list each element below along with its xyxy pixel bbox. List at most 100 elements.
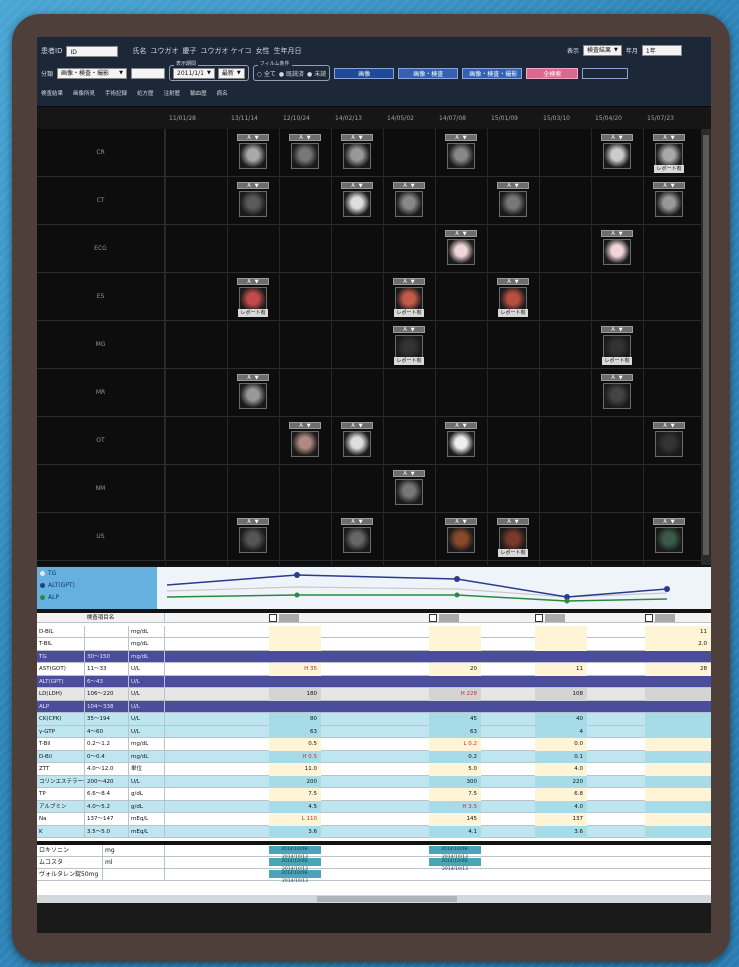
lab-row[interactable]: ALT(GPT) 6〜43 U/L — [37, 675, 711, 688]
scrollbar-thumb[interactable] — [317, 896, 457, 902]
image-thumbnail[interactable]: A ▼ — [289, 134, 321, 174]
column-tab[interactable] — [545, 614, 565, 622]
lab-row[interactable]: K 3.5〜5.0 mEq/L 3.6 4.1 3.6 — [37, 825, 711, 838]
lab-row[interactable]: AST(GOT) 11〜33 U/L H 35 20 11 28 — [37, 663, 711, 676]
lab-row[interactable]: Na 137〜147 mEq/L L 110 145 137 — [37, 813, 711, 826]
lab-row[interactable]: アルブミン 4.0〜5.2 g/dL 4.5 H 3.5 4.0 — [37, 800, 711, 813]
legend-item-tg[interactable]: TG — [40, 570, 56, 577]
lab-row[interactable]: T-BIL mg/dL 2.0 — [37, 638, 711, 651]
lab-row[interactable]: ZTT 4.0〜12.0 単位 11.0 5.0 4.0 — [37, 763, 711, 776]
patient-id-input[interactable]: ID — [66, 45, 119, 57]
lab-row[interactable]: γ-GTP 4〜60 U/L 63 63 4 — [37, 725, 711, 738]
thumbnail-header: A ▼ — [653, 422, 685, 429]
image-thumbnail[interactable]: A ▼ — [601, 230, 633, 270]
date-label: 11/01/28 — [169, 115, 196, 122]
date-label: 12/10/24 — [283, 115, 310, 122]
image-thumbnail[interactable]: A ▼ — [601, 374, 633, 414]
tab-diagnoses[interactable]: 病名 — [217, 89, 228, 99]
medication-period[interactable]: 2014/10/08-2014/10/13 — [429, 846, 481, 860]
medication-row[interactable]: ムコスタml 2014/10/08-2014/10/13 2014/10/08-20… — [37, 857, 711, 872]
medication-period[interactable]: 2014/10/08-2014/10/13 — [429, 858, 481, 872]
vertical-scrollbar[interactable] — [701, 129, 711, 565]
image-thumbnail[interactable]: A ▼ — [341, 134, 373, 174]
column-tab[interactable] — [279, 614, 299, 622]
lab-row[interactable]: コリンエステラーゼ 200〜420 U/L 200 300 220 — [37, 775, 711, 789]
image-thumbnail[interactable]: A ▼ — [497, 182, 529, 222]
image-thumbnail[interactable]: A ▼ — [237, 518, 269, 558]
image-thumbnail[interactable]: A ▼ — [237, 134, 269, 174]
medical-image — [291, 431, 319, 457]
image-thumbnail[interactable]: A ▼ レポート有 — [393, 326, 425, 366]
tab-injections[interactable]: 注射歴 — [164, 89, 181, 99]
image-button[interactable]: 画像 — [334, 67, 395, 79]
period-latest-button[interactable]: 最新 ▼ — [217, 67, 245, 79]
lab-row[interactable]: T-Bil 0.2〜1.2 mg/dL 0.5 L 0.2 0.0 — [37, 738, 711, 751]
image-thumbnail[interactable]: A ▼ レポート有 — [601, 326, 633, 366]
column-checkbox[interactable] — [269, 614, 277, 622]
image-thumbnail[interactable]: A ▼ レポート有 — [497, 518, 529, 558]
radio-unread[interactable]: ● 未読 — [307, 69, 326, 78]
lab-row[interactable]: D-Bil 0〜0.4 mg/dL H 0.5 0.2 0.1 — [37, 750, 711, 763]
category-select[interactable]: 画像・検査・撮影 ▼ — [57, 67, 128, 79]
tab-prescriptions[interactable]: 処方歴 — [137, 89, 154, 99]
column-tab[interactable] — [439, 614, 459, 622]
image-thumbnail[interactable]: A ▼ — [653, 422, 685, 462]
tab-lab-results[interactable]: 検査結果 — [41, 89, 63, 99]
lab-row[interactable]: TG 30〜150 mg/dL — [37, 650, 711, 663]
lab-row[interactable]: D-BIL mg/dL 11 — [37, 625, 711, 638]
image-exam-photo-button[interactable]: 画像・検査・撮影 — [462, 67, 523, 79]
lab-row[interactable]: LD(LDH) 106〜220 U/L 180 H 228 108 — [37, 688, 711, 701]
image-thumbnail[interactable]: A ▼ — [341, 422, 373, 462]
image-thumbnail[interactable]: A ▼ — [653, 182, 685, 222]
extra-button[interactable] — [582, 67, 629, 79]
lab-row[interactable]: TP 6.6〜8.4 g/dL 7.5 7.5 6.8 — [37, 788, 711, 801]
column-checkbox[interactable] — [429, 614, 437, 622]
search-all-button[interactable]: 全検索 — [526, 67, 579, 79]
grid-line — [279, 129, 280, 565]
radio-reported[interactable]: ● 既読済 — [279, 69, 304, 78]
image-thumbnail[interactable]: A ▼ — [237, 182, 269, 222]
tab-surgery-records[interactable]: 手術記録 — [105, 89, 127, 99]
period-select[interactable]: 2011/1/1 ▼ — [173, 67, 215, 79]
image-thumbnail[interactable]: A ▼ — [237, 374, 269, 414]
medication-period[interactable]: 2014/10/08-2014/10/13 — [269, 870, 321, 884]
image-thumbnail[interactable]: A ▼ レポート有 — [497, 278, 529, 318]
image-thumbnail[interactable]: A ▼ — [341, 518, 373, 558]
horizontal-scrollbar[interactable] — [37, 895, 711, 903]
column-tab[interactable] — [655, 614, 675, 622]
lab-row[interactable]: CK(CPK) 35〜194 U/L 80 45 40 — [37, 713, 711, 726]
image-thumbnail[interactable]: A ▼ — [445, 422, 477, 462]
column-checkbox[interactable] — [535, 614, 543, 622]
image-thumbnail[interactable]: A ▼ — [289, 422, 321, 462]
display-select[interactable]: 検査結果 ▼ — [583, 45, 622, 56]
category-extra-input[interactable] — [131, 67, 166, 79]
image-thumbnail[interactable]: A ▼ レポート有 — [393, 278, 425, 318]
image-thumbnail[interactable]: A ▼ — [393, 470, 425, 510]
image-thumbnail[interactable]: A ▼ — [601, 134, 633, 174]
medication-row[interactable]: ロキソニンmg 2014/10/08-2014/10/13 2014/10/08-2… — [37, 845, 711, 860]
lab-value: H 35 — [304, 666, 317, 672]
image-thumbnail[interactable]: A ▼ レポート有 — [653, 134, 685, 174]
image-thumbnail[interactable]: A ▼ — [393, 182, 425, 222]
column-checkbox[interactable] — [645, 614, 653, 622]
medication-period[interactable]: 2014/10/08-2014/10/13 — [269, 846, 321, 860]
medication-row[interactable]: ヴォルタレン錠50mg 2014/10/08-2014/10/13 — [37, 869, 711, 884]
image-thumbnail[interactable]: A ▼ — [445, 518, 477, 558]
image-thumbnail[interactable]: A ▼ レポート有 — [237, 278, 269, 318]
tab-transfusions[interactable]: 輸血歴 — [190, 89, 207, 99]
radio-all[interactable]: ○ 全て — [257, 69, 276, 78]
legend-item-alp[interactable]: ALP — [40, 594, 59, 601]
scrollbar-thumb[interactable] — [703, 135, 709, 555]
image-thumbnail[interactable]: A ▼ — [341, 182, 373, 222]
medication-period[interactable]: 2014/10/08-2014/10/13 — [269, 858, 321, 872]
legend-item-alt[interactable]: ALT(GPT) — [40, 582, 75, 589]
tab-image-findings[interactable]: 画像所見 — [73, 89, 95, 99]
image-exam-button[interactable]: 画像・検査 — [398, 67, 459, 79]
image-thumbnail[interactable]: A ▼ — [445, 134, 477, 174]
lab-row[interactable]: ALP 104〜338 U/L — [37, 700, 711, 713]
image-thumbnail[interactable]: A ▼ — [653, 518, 685, 558]
lab-value: 11 — [576, 666, 583, 672]
image-thumbnail[interactable]: A ▼ — [445, 230, 477, 270]
lab-value — [645, 776, 711, 789]
months-input[interactable]: 1年 — [641, 45, 682, 56]
